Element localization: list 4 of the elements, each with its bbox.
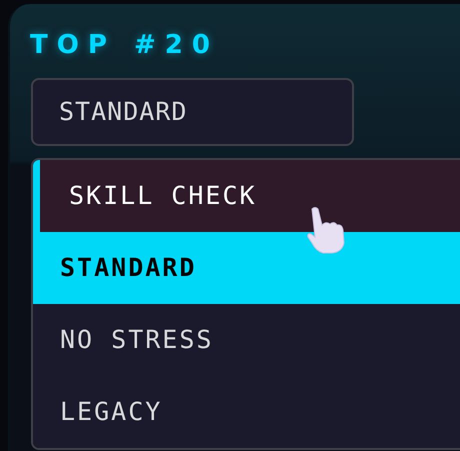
dropdown-option[interactable]: SKILL CHECK: [33, 160, 460, 232]
panel-title: TOP #20: [29, 29, 219, 58]
dropdown-option[interactable]: STANDARD: [33, 232, 460, 304]
mode-select[interactable]: STANDARD: [31, 78, 354, 146]
